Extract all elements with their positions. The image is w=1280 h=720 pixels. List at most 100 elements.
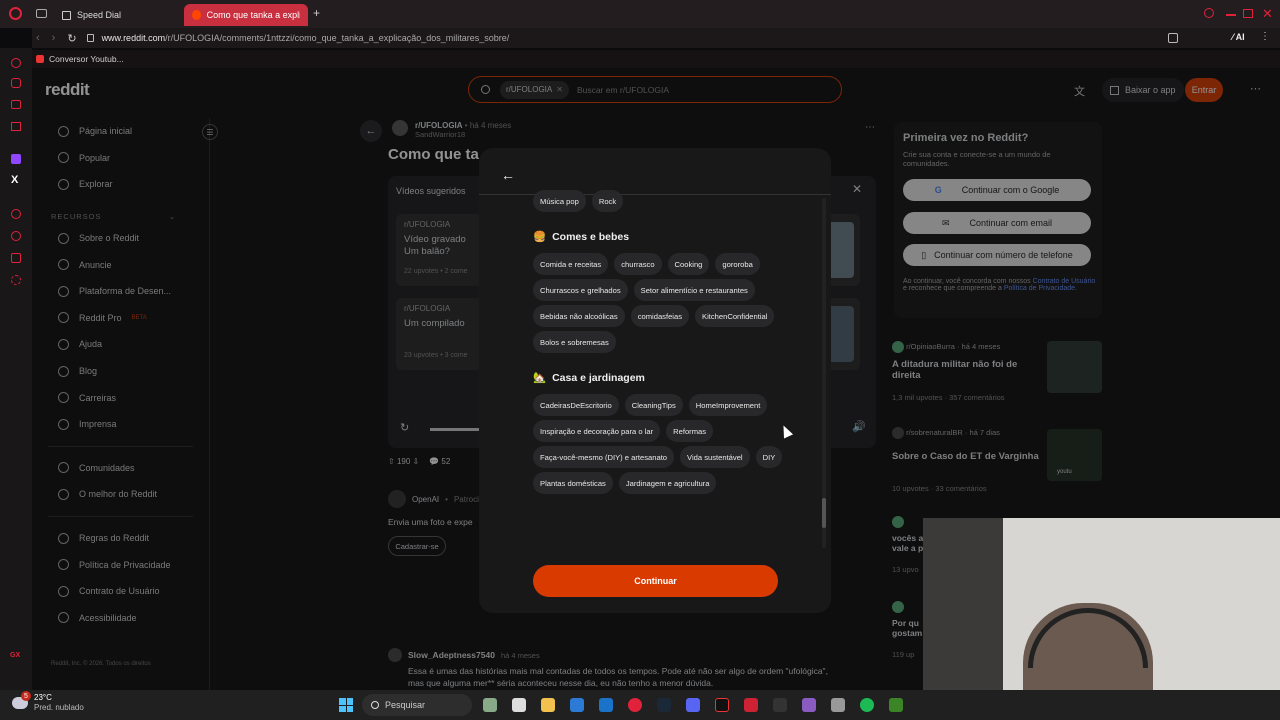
weather-widget[interactable]: 5 23°C Pred. nublado xyxy=(12,691,84,713)
post-subreddit-link[interactable]: r/UFOLOGIA xyxy=(415,121,463,130)
reddit-logo[interactable]: reddit xyxy=(45,80,90,100)
task-view-icon[interactable] xyxy=(512,698,526,712)
post-options-icon[interactable]: ⋯ xyxy=(865,122,875,133)
new-tab-button[interactable]: + xyxy=(313,6,320,20)
upvote-button[interactable]: ⇧ 190 ⇩ xyxy=(388,457,419,466)
nav-home[interactable]: Página inicial xyxy=(32,118,209,145)
discord-icon[interactable] xyxy=(686,698,700,712)
topic-chip[interactable]: Plantas domésticas xyxy=(533,472,613,494)
comments-button[interactable]: 💬 52 xyxy=(429,457,450,466)
nav-developer-platform[interactable]: Plataforma de Desen... xyxy=(32,278,209,305)
spotify-icon[interactable] xyxy=(860,698,874,712)
more-options-icon[interactable]: ⋯ xyxy=(1250,82,1261,95)
sidebar-gmail-icon[interactable] xyxy=(11,122,21,131)
topic-chip[interactable]: HomeImprovement xyxy=(688,394,768,416)
tab-speed-dial[interactable]: Speed Dial xyxy=(54,4,182,26)
nav-press[interactable]: Imprensa xyxy=(32,411,209,438)
back-button[interactable]: ← xyxy=(360,120,382,142)
remove-chip-icon[interactable]: ✕ xyxy=(556,85,563,94)
topic-chip[interactable]: CadeirasDeEscritorio xyxy=(533,394,619,416)
sidebar-chat-icon[interactable] xyxy=(11,100,21,109)
back-icon[interactable]: ‹ xyxy=(36,32,40,44)
minimize-button[interactable] xyxy=(1226,14,1236,16)
resources-header[interactable]: RECURSOS ⌄ xyxy=(51,212,176,221)
scrollbar-thumb[interactable] xyxy=(822,498,826,528)
topic-chip[interactable]: gororoba xyxy=(715,253,760,275)
comment-author[interactable]: Slow_Adeptness7540 xyxy=(408,650,495,660)
opera-icon[interactable] xyxy=(628,698,642,712)
post-author[interactable]: SandWarrior18 xyxy=(415,130,511,139)
topic-chip[interactable]: comidasfeias xyxy=(630,305,690,327)
topic-chip[interactable]: Faça-você-mesmo (DIY) e artesanato xyxy=(533,446,675,468)
topic-chip[interactable]: CleaningTips xyxy=(624,394,683,416)
url-field[interactable]: www.reddit.com/r/UFOLOGIA/comments/1nttz… xyxy=(102,33,510,43)
topic-chip[interactable]: churrasco xyxy=(614,253,662,275)
subreddit-avatar[interactable] xyxy=(392,120,408,136)
nav-rules[interactable]: Regras do Reddit xyxy=(32,525,209,552)
widgets-icon[interactable] xyxy=(483,698,497,712)
sidebar-settings-icon[interactable] xyxy=(11,275,21,285)
sidebar-player-icon[interactable] xyxy=(11,209,21,219)
topic-chip[interactable]: Jardinagem e agricultura xyxy=(618,472,717,494)
text-editor-icon[interactable] xyxy=(744,698,758,712)
nav-advertise[interactable]: Anuncie xyxy=(32,251,209,278)
workspaces-icon[interactable] xyxy=(36,9,47,18)
continue-button[interactable]: Continuar xyxy=(533,565,778,597)
nav-blog[interactable]: Blog xyxy=(32,358,209,385)
topic-chip[interactable]: Inspiração e decoração para o lar xyxy=(533,420,661,442)
sidebar-gx-icon[interactable]: GX xyxy=(10,652,20,659)
volume-icon[interactable]: 🔊 xyxy=(852,420,866,433)
topic-chip[interactable]: Cooking xyxy=(667,253,710,275)
topic-chip[interactable]: Bebidas não alcoólicas xyxy=(533,305,625,327)
close-suggested-button[interactable]: ✕ xyxy=(852,182,862,196)
topic-chip[interactable]: Rock xyxy=(591,190,624,212)
forward-icon[interactable]: › xyxy=(52,32,56,44)
topic-chip[interactable]: Comida e receitas xyxy=(533,253,609,275)
outlook-icon[interactable] xyxy=(599,698,613,712)
topic-chip[interactable]: Vida sustentável xyxy=(680,446,750,468)
nav-help[interactable]: Ajuda xyxy=(32,331,209,358)
search-bar[interactable]: r/UFOLOGIA ✕ Buscar em r/UFOLOGIA xyxy=(468,76,842,103)
nav-user-agreement[interactable]: Contrato de Usuário xyxy=(32,578,209,605)
sidebar-ai-icon[interactable] xyxy=(11,78,21,88)
extensions-icons[interactable] xyxy=(1168,33,1178,43)
topic-chip[interactable]: Churrascos e grelhados xyxy=(533,279,628,301)
ad-advertiser[interactable]: OpenAI xyxy=(412,495,439,504)
nav-explore[interactable]: Explorar xyxy=(32,171,209,198)
ad-signup-button[interactable]: Cadastrar-se xyxy=(388,536,446,556)
steam-icon[interactable] xyxy=(657,698,671,712)
replay-icon[interactable]: ↻ xyxy=(400,421,409,434)
topic-chip[interactable]: DIY xyxy=(755,446,783,468)
sidebar-toggle-icon[interactable]: ☰ xyxy=(202,124,218,140)
translate-icon[interactable]: 文 xyxy=(1074,83,1085,99)
nav-popular[interactable]: Popular xyxy=(32,145,209,172)
modal-scrollbar[interactable] xyxy=(822,198,826,548)
login-button[interactable]: Entrar xyxy=(1185,78,1223,102)
google-login-button[interactable]: G Continuar com o Google xyxy=(903,179,1091,201)
nav-careers[interactable]: Carreiras xyxy=(32,384,209,411)
nav-privacy[interactable]: Política de Privacidade xyxy=(32,551,209,578)
topic-chip[interactable]: Reformas xyxy=(666,420,714,442)
topic-chip[interactable]: Música pop xyxy=(533,190,586,212)
sidebar-messenger-icon[interactable] xyxy=(11,58,21,68)
related-post[interactable]: r/sobrenaturalBR · há 7 dias Sobre o Cas… xyxy=(892,427,1104,499)
store-icon[interactable] xyxy=(570,698,584,712)
download-app-button[interactable]: Baixar o app xyxy=(1102,78,1184,102)
taskbar-search[interactable]: Pesquisar xyxy=(362,694,472,716)
topic-chip[interactable]: Bolos e sobremesas xyxy=(533,331,616,353)
nav-accessibility[interactable]: Acessibilidade xyxy=(32,605,209,632)
nav-best-of[interactable]: O melhor do Reddit xyxy=(32,481,209,508)
user-agreement-link[interactable]: Contrato de Usuário xyxy=(1033,278,1096,285)
start-button[interactable] xyxy=(339,698,353,712)
phone-login-button[interactable]: ▯ Continuar com número de telefone xyxy=(903,244,1091,266)
app-grid-icon[interactable] xyxy=(831,698,845,712)
file-explorer-icon[interactable] xyxy=(541,698,555,712)
privacy-link[interactable]: Política de Privacidade. xyxy=(1004,285,1077,292)
ai-button[interactable]: ⁄ AI xyxy=(1232,32,1245,42)
related-post[interactable]: r/OpiniaoBurra · há 4 meses A ditadura m… xyxy=(892,341,1104,413)
menu-icon[interactable]: ⋮ xyxy=(1260,31,1270,42)
nav-about[interactable]: Sobre o Reddit xyxy=(32,225,209,252)
email-login-button[interactable]: ✉ Continuar com email xyxy=(903,212,1091,234)
nav-communities[interactable]: Comunidades xyxy=(32,455,209,482)
topic-chip[interactable]: Setor alimentício e restaurantes xyxy=(633,279,755,301)
